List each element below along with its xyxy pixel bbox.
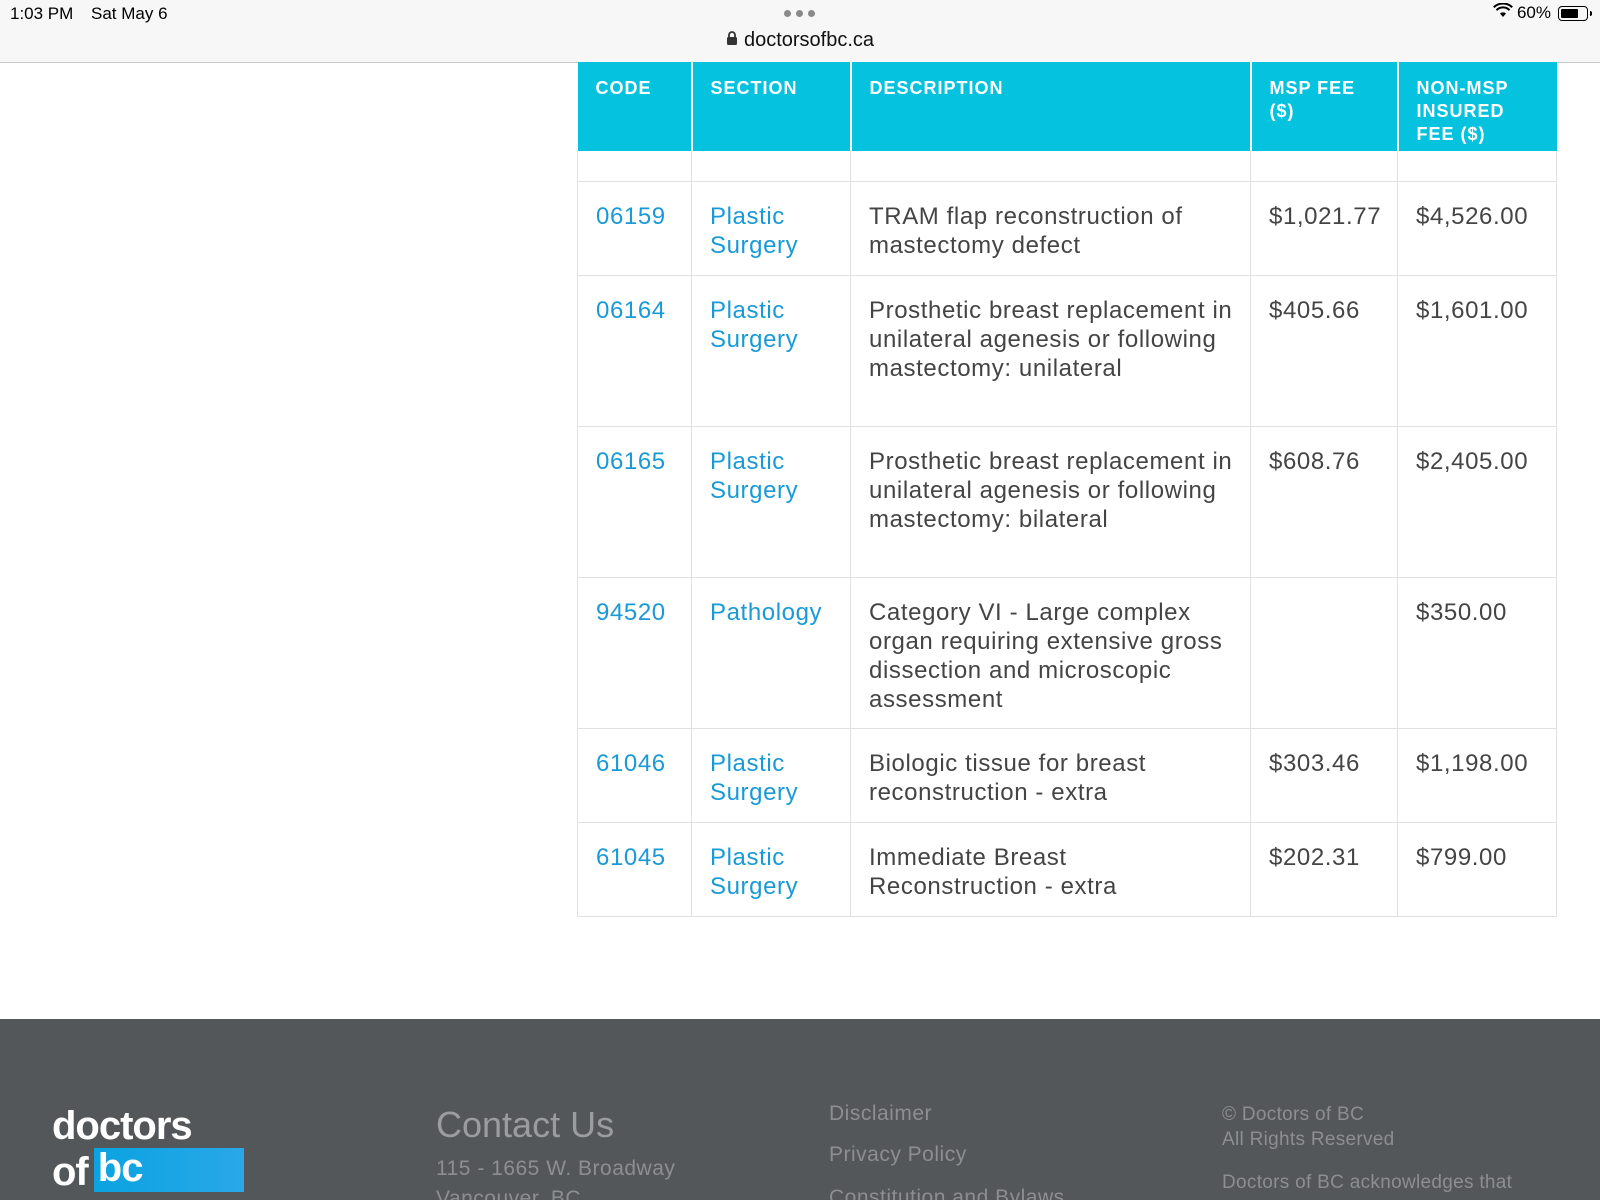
contact-us-heading: Contact Us	[436, 1104, 615, 1145]
disclaimer-link[interactable]: Disclaimer	[829, 1102, 932, 1126]
header-code[interactable]: CODE	[577, 62, 693, 151]
address-bar[interactable]: doctorsofbc.ca	[0, 29, 1600, 52]
non-msp-fee: $1,601.00	[1397, 274, 1557, 427]
fee-code-link[interactable]: 06165	[596, 448, 666, 475]
acknowledgement-text: Doctors of BC acknowledges that	[1222, 1172, 1513, 1193]
site-footer: doctors of bc Contact Us 115 - 1665 W. B…	[0, 1019, 1600, 1200]
header-non-msp-fee[interactable]: NON-MSP INSURED FEE ($)	[1396, 62, 1557, 151]
table-row: 06165 Plastic Surgery Prosthetic breast …	[577, 425, 1557, 578]
table-row: 06164 Plastic Surgery Prosthetic breast …	[577, 274, 1557, 427]
msp-fee: $608.76	[1250, 425, 1398, 578]
fee-code-link[interactable]: 06164	[596, 297, 666, 324]
section-link[interactable]: Pathology	[710, 599, 822, 626]
table-cell	[1397, 151, 1557, 182]
doctors-of-bc-logo[interactable]: doctors of bc	[52, 1106, 244, 1192]
fee-description: Category VI - Large complex organ requir…	[850, 576, 1251, 729]
section-link[interactable]: Plastic Surgery	[710, 844, 798, 900]
browser-status-bar: 1:03 PM Sat May 6 doctorsofbc.ca 60%	[0, 0, 1600, 63]
msp-fee: $1,021.77	[1250, 180, 1398, 276]
msp-fee	[1250, 576, 1398, 729]
fee-code-link[interactable]: 61045	[596, 844, 666, 871]
table-cell	[691, 151, 851, 182]
header-section[interactable]: SECTION	[690, 62, 852, 151]
table-row-partial	[577, 151, 1557, 182]
status-date: Sat May 6	[91, 4, 168, 23]
multitasking-dots-icon[interactable]	[784, 10, 815, 17]
table-row: 06159 Plastic Surgery TRAM flap reconstr…	[577, 180, 1557, 276]
address-line-1: 115 - 1665 W. Broadway	[436, 1157, 676, 1180]
non-msp-fee: $350.00	[1397, 576, 1557, 729]
section-link[interactable]: Plastic Surgery	[710, 750, 798, 806]
battery-percent: 60%	[1516, 3, 1551, 22]
table-row: 61045 Plastic Surgery Immediate Breast R…	[577, 821, 1557, 917]
non-msp-fee: $1,198.00	[1397, 727, 1557, 823]
header-description[interactable]: DESCRIPTION	[849, 62, 1252, 151]
copyright-line-1: © Doctors of BC	[1222, 1104, 1365, 1125]
fee-description: Prosthetic breast replacement in unilate…	[850, 425, 1251, 578]
fee-table: CODE SECTION DESCRIPTION MSP FEE ($) NON…	[577, 62, 1557, 917]
fee-description: TRAM flap reconstruction of mastectomy d…	[850, 180, 1251, 276]
table-row: 61046 Plastic Surgery Biologic tissue fo…	[577, 727, 1557, 823]
fee-description: Immediate Breast Reconstruction - extra	[850, 821, 1251, 917]
section-link[interactable]: Plastic Surgery	[710, 203, 798, 259]
address-line-2: Vancouver, BC	[436, 1187, 582, 1200]
fee-description: Prosthetic breast replacement in unilate…	[850, 274, 1251, 427]
copyright-line-2: All Rights Reserved	[1222, 1129, 1395, 1150]
section-link[interactable]: Plastic Surgery	[710, 297, 798, 353]
battery-icon	[1558, 5, 1592, 21]
non-msp-fee: $4,526.00	[1397, 180, 1557, 276]
fee-code-link[interactable]: 94520	[596, 599, 666, 626]
table-cell	[1250, 151, 1398, 182]
table-row: 94520 Pathology Category VI - Large comp…	[577, 576, 1557, 729]
section-link[interactable]: Plastic Surgery	[710, 448, 798, 504]
logo-text-bc: bc	[93, 1148, 244, 1192]
msp-fee: $405.66	[1250, 274, 1398, 427]
fee-code-link[interactable]: 61046	[596, 750, 666, 777]
wifi-icon	[1493, 2, 1513, 23]
privacy-policy-link[interactable]: Privacy Policy	[829, 1143, 967, 1167]
logo-text-doctors: doctors	[52, 1104, 193, 1148]
lock-icon	[726, 29, 738, 52]
logo-text-of: of	[52, 1150, 89, 1194]
table-cell	[577, 151, 692, 182]
table-header-row: CODE SECTION DESCRIPTION MSP FEE ($) NON…	[577, 62, 1557, 151]
non-msp-fee: $2,405.00	[1397, 425, 1557, 578]
fee-code-link[interactable]: 06159	[596, 203, 666, 230]
constitution-bylaws-link[interactable]: Constitution and Bylaws	[829, 1186, 1065, 1200]
msp-fee: $202.31	[1250, 821, 1398, 917]
table-cell	[850, 151, 1251, 182]
fee-description: Biologic tissue for breast reconstructio…	[850, 727, 1251, 823]
non-msp-fee: $799.00	[1397, 821, 1557, 917]
header-msp-fee[interactable]: MSP FEE ($)	[1249, 62, 1399, 151]
status-indicators: 60%	[1493, 2, 1592, 23]
url-text: doctorsofbc.ca	[743, 29, 875, 51]
msp-fee: $303.46	[1250, 727, 1398, 823]
status-time: 1:03 PM	[10, 4, 74, 23]
